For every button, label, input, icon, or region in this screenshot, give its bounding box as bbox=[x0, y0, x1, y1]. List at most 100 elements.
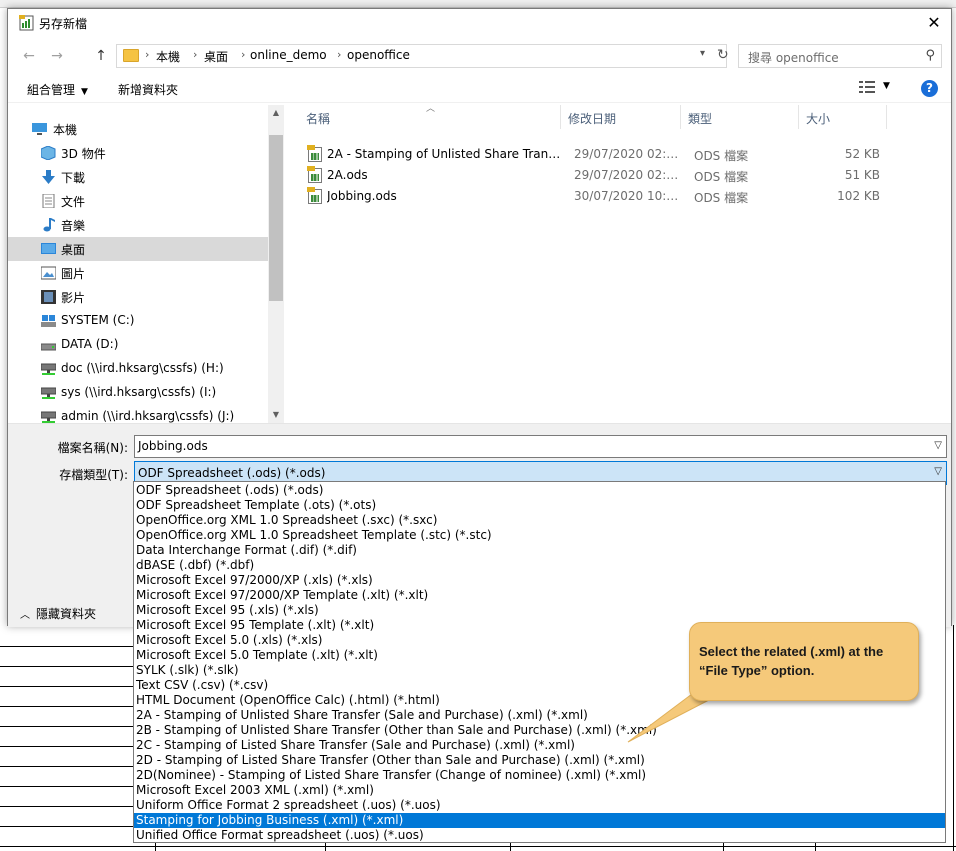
drive-icon bbox=[41, 343, 56, 351]
dialog-title: 另存新檔 bbox=[39, 17, 88, 31]
column-header-type[interactable]: 類型 bbox=[688, 110, 712, 127]
new-folder-button[interactable]: 新增資料夾 bbox=[118, 81, 178, 98]
file-list: ︿ 名稱 修改日期 類型 大小 2A - Stamping of Unliste… bbox=[298, 104, 948, 423]
breadcrumb-desktop[interactable]: 桌面 bbox=[204, 48, 228, 65]
forward-arrow-icon[interactable]: → bbox=[47, 46, 67, 66]
folder-icon bbox=[123, 49, 139, 62]
up-arrow-icon[interactable]: ↑ bbox=[91, 46, 111, 66]
filename-field[interactable]: Jobbing.ods ▽ bbox=[134, 435, 947, 458]
grid-line bbox=[0, 686, 135, 687]
column-header-size[interactable]: 大小 bbox=[806, 110, 830, 127]
filetype-option[interactable]: 2B - Stamping of Unlisted Share Transfer… bbox=[134, 723, 945, 738]
filename-label: 檔案名稱(N): bbox=[57, 441, 128, 455]
column-divider[interactable] bbox=[886, 105, 887, 129]
tree-item-music[interactable]: 音樂 bbox=[8, 213, 268, 237]
tree-item-system-drive[interactable]: SYSTEM (C:) bbox=[8, 309, 268, 333]
filetype-option[interactable]: Microsoft Excel 95 (.xls) (*.xls) bbox=[134, 603, 945, 618]
scroll-up-icon[interactable]: ▲ bbox=[268, 105, 284, 121]
breadcrumb-openoffice[interactable]: openoffice bbox=[347, 48, 410, 62]
tree-item-label: 下載 bbox=[61, 171, 86, 185]
grid-column-line bbox=[723, 843, 724, 851]
file-row[interactable]: 2A.ods 29/07/2020 02:4... ODS 檔案 51 KB bbox=[307, 165, 888, 186]
filetype-option[interactable]: dBASE (.dbf) (*.dbf) bbox=[134, 558, 945, 573]
network-drive-icon bbox=[41, 387, 56, 399]
breadcrumb-online-demo[interactable]: online_demo bbox=[250, 48, 327, 62]
grid-line bbox=[0, 666, 135, 667]
tree-item-downloads[interactable]: 下載 bbox=[8, 165, 268, 189]
filetype-option[interactable]: OpenOffice.org XML 1.0 Spreadsheet Templ… bbox=[134, 528, 945, 543]
tree-item-label: 3D 物件 bbox=[61, 147, 106, 161]
tree-item-3d-objects[interactable]: 3D 物件 bbox=[8, 141, 268, 165]
background-toolbar bbox=[0, 0, 956, 8]
back-arrow-icon[interactable]: ← bbox=[19, 46, 39, 66]
filetype-label: 存檔類型(T): bbox=[59, 468, 128, 482]
tree-item-pictures[interactable]: 圖片 bbox=[8, 261, 268, 285]
tree-item-data-drive[interactable]: DATA (D:) bbox=[8, 333, 268, 357]
search-input[interactable]: 搜尋 openoffice ⚲ bbox=[738, 44, 942, 68]
column-divider[interactable] bbox=[680, 105, 681, 129]
tree-item-videos[interactable]: 影片 bbox=[8, 285, 268, 309]
filetype-option[interactable]: OpenOffice.org XML 1.0 Spreadsheet (.sxc… bbox=[134, 513, 945, 528]
breadcrumb-this-pc[interactable]: 本機 bbox=[156, 48, 180, 65]
file-size: 51 KB bbox=[844, 168, 880, 182]
tree-item-label: 影片 bbox=[61, 291, 86, 305]
command-bar: 組合管理 ▼ 新增資料夾 ▼ ? bbox=[8, 73, 951, 103]
tree-item-documents[interactable]: 文件 bbox=[8, 189, 268, 213]
tree-item-this-pc[interactable]: 本機 bbox=[8, 117, 268, 141]
chevron-down-icon[interactable]: ▼ bbox=[883, 81, 890, 91]
filename-value: Jobbing.ods bbox=[138, 439, 208, 453]
ods-file-icon bbox=[307, 187, 322, 204]
column-divider[interactable] bbox=[560, 105, 561, 129]
filetype-option[interactable]: 2D(Nominee) - Stamping of Listed Share T… bbox=[134, 768, 945, 783]
filetype-option[interactable]: Stamping for Jobbing Business (.xml) (*.… bbox=[134, 813, 945, 828]
file-size: 102 KB bbox=[837, 189, 880, 203]
column-divider[interactable] bbox=[798, 105, 799, 129]
download-icon bbox=[42, 170, 55, 184]
pc-icon bbox=[32, 123, 47, 135]
hide-folders-button[interactable]: ︿ 隱藏資料夾 bbox=[20, 605, 96, 622]
filetype-option[interactable]: Microsoft Excel 97/2000/XP Template (.xl… bbox=[134, 588, 945, 603]
filetype-option[interactable]: 2A - Stamping of Unlisted Share Transfer… bbox=[134, 708, 945, 723]
file-date: 29/07/2020 02:4... bbox=[574, 168, 680, 182]
grid-line bbox=[0, 826, 135, 827]
search-placeholder: 搜尋 openoffice bbox=[748, 51, 839, 65]
grid-column-line bbox=[325, 843, 326, 851]
filetype-option[interactable]: Uniform Office Format 2 spreadsheet (.uo… bbox=[134, 798, 945, 813]
tree-item-label: DATA (D:) bbox=[61, 337, 119, 351]
refresh-icon[interactable]: ↻ bbox=[717, 47, 729, 63]
breadcrumb-separator: › bbox=[145, 48, 150, 61]
filetype-option[interactable]: Microsoft Excel 2003 XML (.xml) (*.xml) bbox=[134, 783, 945, 798]
column-header-date[interactable]: 修改日期 bbox=[568, 110, 616, 127]
view-options-icon[interactable] bbox=[859, 81, 875, 93]
filetype-option[interactable]: 2D - Stamping of Listed Share Transfer (… bbox=[134, 753, 945, 768]
filetype-option[interactable]: ODF Spreadsheet Template (.ots) (*.ots) bbox=[134, 498, 945, 513]
scrollbar-thumb[interactable] bbox=[269, 135, 283, 301]
tree-item-network-h[interactable]: doc (\\ird.hksarg\cssfs) (H:) bbox=[8, 357, 268, 381]
callout-text: Select the related (.xml) at the “File T… bbox=[699, 644, 884, 678]
filetype-option[interactable]: ODF Spreadsheet (.ods) (*.ods) bbox=[134, 483, 945, 498]
filetype-option[interactable]: Microsoft Excel 97/2000/XP (.xls) (*.xls… bbox=[134, 573, 945, 588]
tree-item-label: 桌面 bbox=[61, 243, 86, 257]
file-row[interactable]: Jobbing.ods 30/07/2020 10:1... ODS 檔案 10… bbox=[307, 186, 888, 207]
filetype-option[interactable]: Data Interchange Format (.dif) (*.dif) bbox=[134, 543, 945, 558]
chevron-down-icon[interactable]: ▾ bbox=[700, 48, 705, 59]
filetype-option[interactable]: 2C - Stamping of Listed Share Transfer (… bbox=[134, 738, 945, 753]
help-icon[interactable]: ? bbox=[921, 80, 938, 97]
scroll-down-icon[interactable]: ▼ bbox=[268, 407, 284, 423]
chevron-down-icon[interactable]: ▽ bbox=[934, 440, 942, 451]
tree-item-label: sys (\\ird.hksarg\cssfs) (I:) bbox=[61, 385, 217, 399]
file-row[interactable]: 2A - Stamping of Unlisted Share Transf..… bbox=[307, 144, 888, 165]
filetype-option[interactable]: Unified Office Format spreadsheet (.uos)… bbox=[134, 828, 945, 843]
tree-item-network-i[interactable]: sys (\\ird.hksarg\cssfs) (I:) bbox=[8, 381, 268, 405]
grid-column-line bbox=[155, 843, 156, 851]
grid-line bbox=[0, 706, 135, 707]
tree-item-desktop[interactable]: 桌面 bbox=[8, 237, 268, 261]
close-button[interactable]: ✕ bbox=[917, 9, 951, 37]
tree-scrollbar[interactable]: ▲ ▼ bbox=[268, 105, 284, 423]
chevron-down-icon[interactable]: ▽ bbox=[934, 466, 942, 477]
column-header-name[interactable]: 名稱 bbox=[306, 110, 330, 127]
address-bar[interactable]: › 本機 › 桌面 › online_demo › openoffice ▾ ↻ bbox=[116, 44, 729, 68]
document-icon bbox=[42, 194, 55, 208]
grid-line bbox=[0, 726, 135, 727]
organize-button[interactable]: 組合管理 ▼ bbox=[27, 81, 88, 98]
